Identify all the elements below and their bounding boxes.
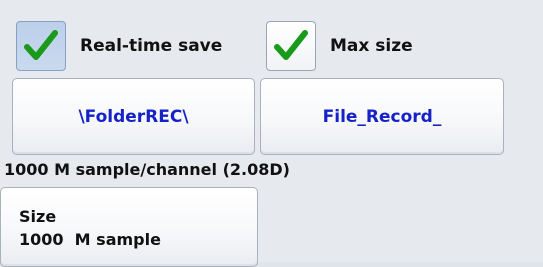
sample-capacity-info: 1000 M sample/channel (2.08D) — [4, 160, 290, 179]
size-title: Size — [19, 207, 57, 226]
size-button[interactable]: Size 1000 M sample — [0, 187, 258, 267]
file-name-button[interactable]: File_Record_ — [260, 78, 504, 155]
max-size-toggle[interactable]: Max size — [266, 20, 413, 72]
checkmark-icon — [274, 30, 308, 60]
folder-button-label: \FolderREC\ — [78, 106, 189, 127]
folder-button[interactable]: \FolderREC\ — [12, 78, 255, 155]
file-name-button-label: File_Record_ — [322, 106, 442, 127]
realtime-save-toggle[interactable]: Real-time save — [16, 20, 222, 72]
realtime-save-checkbox[interactable] — [16, 21, 66, 71]
max-size-checkbox[interactable] — [266, 21, 316, 71]
size-value: 1000 M sample — [19, 230, 161, 249]
size-button-text: Size 1000 M sample — [19, 205, 161, 251]
max-size-label: Max size — [330, 36, 413, 56]
checkmark-icon — [24, 30, 58, 60]
realtime-save-label: Real-time save — [80, 36, 223, 56]
record-settings-panel: Real-time save Max size \FolderREC\ File… — [0, 0, 543, 267]
